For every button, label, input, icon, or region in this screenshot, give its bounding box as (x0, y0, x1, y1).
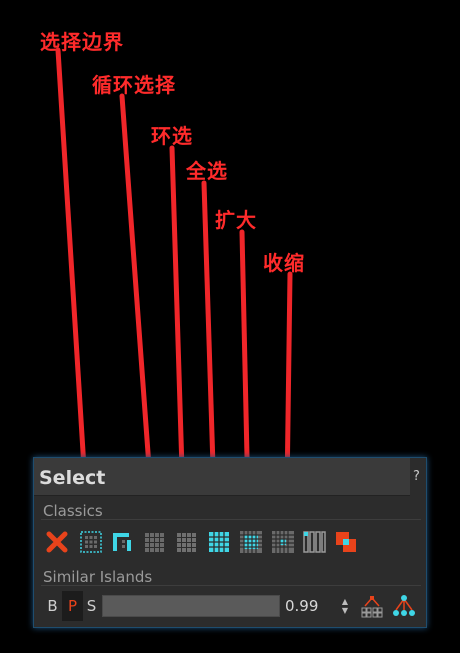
grid-cyan-icon[interactable] (206, 529, 232, 555)
columns-icon[interactable] (301, 529, 327, 555)
arrow-select-all (201, 180, 217, 501)
similar-divider (41, 585, 421, 586)
select-panel: Select ? Classics Similar Islands B P S … (33, 457, 427, 628)
classics-divider (41, 519, 421, 520)
panel-title: Select (39, 467, 106, 489)
shrink-grid-icon[interactable] (270, 529, 296, 555)
grow-grid-icon[interactable] (238, 529, 264, 555)
tree-dots-icon[interactable] (359, 593, 385, 619)
grid-border-icon[interactable] (78, 529, 104, 555)
mode-b-button[interactable]: B (42, 591, 63, 621)
section-classics: Classics (43, 502, 103, 520)
help-button[interactable]: ? (413, 469, 420, 484)
overlap-squares-icon[interactable] (333, 529, 359, 555)
tree-cyan-icon[interactable] (391, 593, 417, 619)
arrow-loop-select (119, 93, 154, 497)
x-icon[interactable] (44, 529, 70, 555)
arrow-ring-select (169, 145, 186, 505)
grid-dim-icon[interactable] (174, 529, 200, 555)
arrow-select-border (55, 47, 89, 503)
mode-s-button[interactable]: S (81, 591, 102, 621)
threshold-value[interactable]: 0.99 (285, 597, 318, 615)
panel-header[interactable]: Select (34, 458, 410, 496)
mode-p-button[interactable]: P (62, 591, 83, 621)
section-similar-islands: Similar Islands (43, 568, 153, 586)
ring-grid-icon[interactable] (142, 529, 168, 555)
threshold-spinner[interactable]: ▲ ▼ (340, 597, 350, 615)
loop-icon[interactable] (110, 529, 136, 555)
threshold-slider[interactable] (102, 595, 280, 617)
